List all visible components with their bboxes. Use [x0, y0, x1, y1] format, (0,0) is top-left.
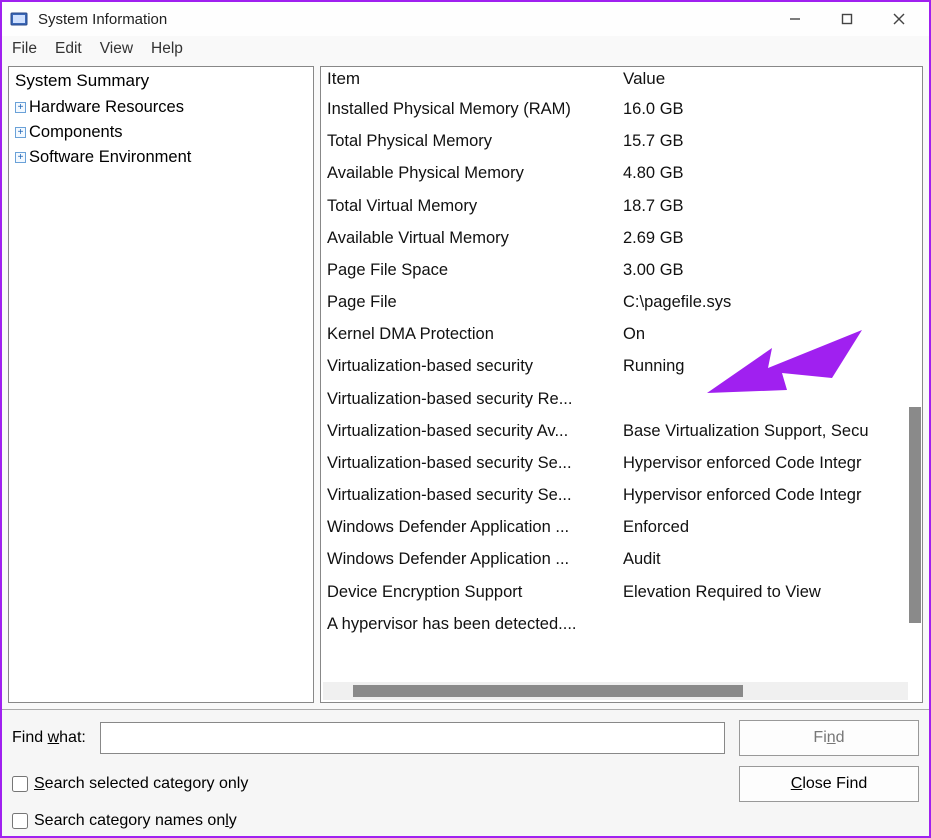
menu-view[interactable]: View	[100, 40, 133, 58]
tree-node-label: Hardware Resources	[29, 98, 184, 117]
cell-value	[623, 608, 916, 640]
cell-item: Device Encryption Support	[327, 576, 623, 608]
cell-item: Windows Defender Application ...	[327, 543, 623, 575]
table-row[interactable]: Total Physical Memory15.7 GB	[327, 125, 916, 157]
cell-item: A hypervisor has been detected....	[327, 608, 623, 640]
table-row[interactable]: Installed Physical Memory (RAM)16.0 GB	[327, 93, 916, 125]
expand-icon[interactable]: +	[15, 102, 26, 113]
column-header-value[interactable]: Value	[623, 69, 916, 89]
cell-value: Hypervisor enforced Code Integr	[623, 479, 916, 511]
checkbox-icon[interactable]	[12, 813, 28, 829]
find-panel: Find what: Find Search selected category…	[2, 709, 929, 836]
table-row[interactable]: Available Virtual Memory2.69 GB	[327, 222, 916, 254]
cell-item: Virtualization-based security Se...	[327, 479, 623, 511]
cell-item: Page File Space	[327, 254, 623, 286]
content-area: System Summary +Hardware Resources+Compo…	[2, 66, 929, 709]
expand-icon[interactable]: +	[15, 127, 26, 138]
list-header: Item Value	[321, 67, 922, 91]
cell-item: Page File	[327, 286, 623, 318]
close-button[interactable]	[873, 2, 925, 36]
search-selected-category-checkbox[interactable]: Search selected category only	[12, 775, 725, 793]
app-icon	[10, 10, 28, 28]
list-body: Installed Physical Memory (RAM)16.0 GBTo…	[321, 91, 922, 680]
table-row[interactable]: Virtualization-based security Re...	[327, 383, 916, 415]
cell-item: Available Physical Memory	[327, 157, 623, 189]
table-row[interactable]: Device Encryption SupportElevation Requi…	[327, 576, 916, 608]
tree-node[interactable]: +Hardware Resources	[15, 95, 307, 120]
tree-root[interactable]: System Summary	[15, 69, 307, 95]
cell-item: Virtualization-based security Av...	[327, 415, 623, 447]
table-row[interactable]: Virtualization-based security Se...Hyper…	[327, 479, 916, 511]
cell-value: 15.7 GB	[623, 125, 916, 157]
menu-help[interactable]: Help	[151, 40, 183, 58]
menubar: File Edit View Help	[2, 36, 929, 66]
cell-item: Virtualization-based security Se...	[327, 447, 623, 479]
table-row[interactable]: Page File Space3.00 GB	[327, 254, 916, 286]
cell-value: On	[623, 318, 916, 350]
cell-item: Virtualization-based security Re...	[327, 383, 623, 415]
table-row[interactable]: Kernel DMA ProtectionOn	[327, 318, 916, 350]
horizontal-scrollbar[interactable]	[323, 682, 908, 700]
cell-item: Available Virtual Memory	[327, 222, 623, 254]
cell-item: Total Physical Memory	[327, 125, 623, 157]
table-row[interactable]: Total Virtual Memory18.7 GB	[327, 190, 916, 222]
cell-value: 18.7 GB	[623, 190, 916, 222]
horizontal-scrollbar-thumb[interactable]	[353, 685, 743, 697]
tree-pane: System Summary +Hardware Resources+Compo…	[8, 66, 314, 703]
cell-item: Virtualization-based security	[327, 350, 623, 382]
tree-node-label: Software Environment	[29, 148, 191, 167]
tree-node[interactable]: +Software Environment	[15, 145, 307, 170]
cell-value: C:\pagefile.sys	[623, 286, 916, 318]
titlebar: System Information	[2, 2, 929, 36]
tree-node-label: Components	[29, 123, 123, 142]
minimize-button[interactable]	[769, 2, 821, 36]
find-button[interactable]: Find	[739, 720, 919, 756]
list-pane: Item Value Installed Physical Memory (RA…	[320, 66, 923, 703]
tree-node[interactable]: +Components	[15, 120, 307, 145]
column-header-item[interactable]: Item	[327, 69, 623, 89]
table-row[interactable]: Virtualization-based security Av...Base …	[327, 415, 916, 447]
table-row[interactable]: Virtualization-based securityRunning	[327, 350, 916, 382]
vertical-scrollbar-thumb[interactable]	[909, 407, 921, 623]
menu-file[interactable]: File	[12, 40, 37, 58]
search-category-names-checkbox[interactable]: Search category names only	[12, 812, 725, 830]
cell-value: Enforced	[623, 511, 916, 543]
maximize-button[interactable]	[821, 2, 873, 36]
cell-value	[623, 383, 916, 415]
table-row[interactable]: Windows Defender Application ...Audit	[327, 543, 916, 575]
cell-value: 4.80 GB	[623, 157, 916, 189]
table-row[interactable]: Virtualization-based security Se...Hyper…	[327, 447, 916, 479]
cell-value: 2.69 GB	[623, 222, 916, 254]
cell-item: Windows Defender Application ...	[327, 511, 623, 543]
cell-value: Base Virtualization Support, Secu	[623, 415, 916, 447]
menu-edit[interactable]: Edit	[55, 40, 82, 58]
cell-value: Audit	[623, 543, 916, 575]
cell-value: Running	[623, 350, 916, 382]
expand-icon[interactable]: +	[15, 152, 26, 163]
cell-value: Elevation Required to View	[623, 576, 916, 608]
cell-item: Kernel DMA Protection	[327, 318, 623, 350]
table-row[interactable]: Windows Defender Application ...Enforced	[327, 511, 916, 543]
cell-value: 3.00 GB	[623, 254, 916, 286]
cell-item: Installed Physical Memory (RAM)	[327, 93, 623, 125]
table-row[interactable]: Available Physical Memory4.80 GB	[327, 157, 916, 189]
table-row[interactable]: A hypervisor has been detected....	[327, 608, 916, 640]
cell-value: Hypervisor enforced Code Integr	[623, 447, 916, 479]
window-title: System Information	[38, 11, 167, 28]
find-what-label: Find what:	[12, 729, 86, 747]
close-find-button[interactable]: Close Find	[739, 766, 919, 802]
cell-item: Total Virtual Memory	[327, 190, 623, 222]
checkbox-icon[interactable]	[12, 776, 28, 792]
cell-value: 16.0 GB	[623, 93, 916, 125]
table-row[interactable]: Page FileC:\pagefile.sys	[327, 286, 916, 318]
find-what-input[interactable]	[100, 722, 725, 754]
